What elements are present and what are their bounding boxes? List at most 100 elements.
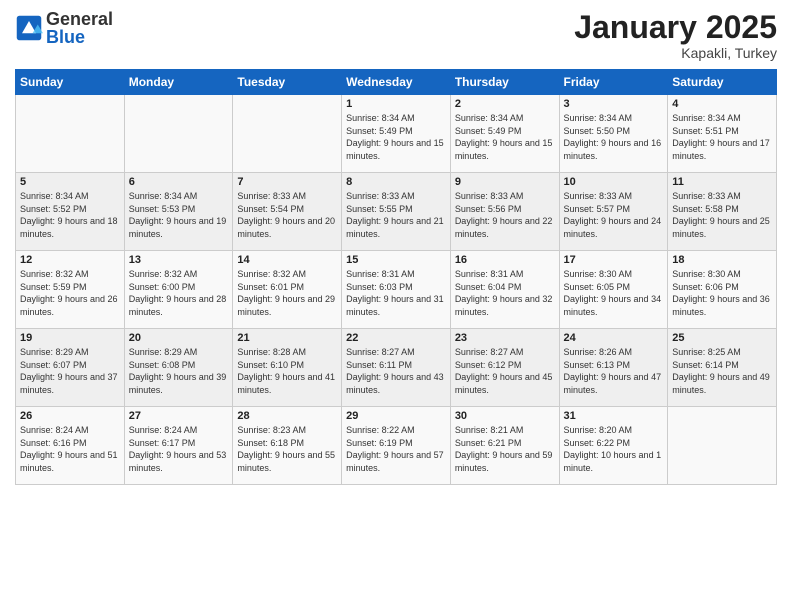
day-number: 14: [237, 254, 337, 266]
calendar-day-cell: 2Sunrise: 8:34 AM Sunset: 5:49 PM Daylig…: [450, 95, 559, 173]
calendar-day-cell: 4 Sunrise: 8:34 AM Sunset: 5:51 PM Daylig…: [668, 95, 777, 173]
day-info: Sunrise: 8:34 AM Sunset: 5:53 PM Dayligh…: [129, 190, 229, 240]
calendar-day-cell: 16 Sunrise: 8:31 AM Sunset: 6:04 PM Dayli…: [450, 251, 559, 329]
day-number: 12: [20, 254, 120, 266]
calendar-day-cell: 14 Sunrise: 8:32 AM Sunset: 6:01 PM Dayli…: [233, 251, 342, 329]
day-number: 29: [346, 410, 446, 422]
day-info: Sunrise: 8:28 AM Sunset: 6:10 PM Dayligh…: [237, 346, 337, 396]
calendar-day-cell: 5Sunrise: 8:34 AM Sunset: 5:52 PM Daylig…: [16, 173, 125, 251]
calendar-day-cell: 19 Sunrise: 8:29 AM Sunset: 6:07 PM Dayli…: [16, 329, 125, 407]
calendar-day-cell: 11 Sunrise: 8:33 AM Sunset: 5:58 PM Dayli…: [668, 173, 777, 251]
day-number: 27: [129, 410, 229, 422]
calendar-day-cell: 29 Sunrise: 8:22 AM Sunset: 6:19 PM Dayli…: [342, 407, 451, 485]
day-number: 31: [564, 410, 664, 422]
day-number: 25: [672, 332, 772, 344]
day-info: Sunrise: 8:30 AM Sunset: 6:05 PM Dayligh…: [564, 268, 664, 318]
day-number: 3: [564, 98, 664, 110]
day-info: Sunrise: 8:20 AM Sunset: 6:22 PM Dayligh…: [564, 424, 664, 474]
day-number: 7: [237, 176, 337, 188]
day-number: 21: [237, 332, 337, 344]
day-info: Sunrise: 8:33 AM Sunset: 5:57 PM Dayligh…: [564, 190, 664, 240]
day-info: Sunrise: 8:26 AM Sunset: 6:13 PM Dayligh…: [564, 346, 664, 396]
day-number: 6: [129, 176, 229, 188]
day-info: Sunrise: 8:34 AM Sunset: 5:51 PM Dayligh…: [672, 112, 772, 162]
day-info: Sunrise: 8:32 AM Sunset: 6:00 PM Dayligh…: [129, 268, 229, 318]
day-info: Sunrise: 8:32 AM Sunset: 6:01 PM Dayligh…: [237, 268, 337, 318]
calendar-day-cell: 10Sunrise: 8:33 AM Sunset: 5:57 PM Dayli…: [559, 173, 668, 251]
day-info: Sunrise: 8:32 AM Sunset: 5:59 PM Dayligh…: [20, 268, 120, 318]
day-number: 22: [346, 332, 446, 344]
calendar-day-cell: 24 Sunrise: 8:26 AM Sunset: 6:13 PM Dayli…: [559, 329, 668, 407]
calendar-week-row: 26 Sunrise: 8:24 AM Sunset: 6:16 PM Dayli…: [16, 407, 777, 485]
logo-text: General Blue: [46, 10, 113, 46]
day-info: Sunrise: 8:34 AM Sunset: 5:49 PM Dayligh…: [346, 112, 446, 162]
calendar-week-row: 19 Sunrise: 8:29 AM Sunset: 6:07 PM Dayli…: [16, 329, 777, 407]
logo: General Blue: [15, 10, 113, 46]
calendar-day-cell: [233, 95, 342, 173]
day-info: Sunrise: 8:27 AM Sunset: 6:11 PM Dayligh…: [346, 346, 446, 396]
calendar-col-header: Saturday: [668, 70, 777, 95]
day-number: 15: [346, 254, 446, 266]
day-info: Sunrise: 8:24 AM Sunset: 6:16 PM Dayligh…: [20, 424, 120, 474]
calendar-week-row: 1 Sunrise: 8:34 AM Sunset: 5:49 PM Daylig…: [16, 95, 777, 173]
day-info: Sunrise: 8:22 AM Sunset: 6:19 PM Dayligh…: [346, 424, 446, 474]
day-info: Sunrise: 8:31 AM Sunset: 6:03 PM Dayligh…: [346, 268, 446, 318]
day-info: Sunrise: 8:34 AM Sunset: 5:50 PM Dayligh…: [564, 112, 664, 162]
calendar-day-cell: 27 Sunrise: 8:24 AM Sunset: 6:17 PM Dayli…: [124, 407, 233, 485]
calendar-day-cell: 25 Sunrise: 8:25 AM Sunset: 6:14 PM Dayli…: [668, 329, 777, 407]
day-info: Sunrise: 8:34 AM Sunset: 5:52 PM Dayligh…: [20, 190, 120, 240]
calendar-day-cell: 17 Sunrise: 8:30 AM Sunset: 6:05 PM Dayli…: [559, 251, 668, 329]
day-number: 26: [20, 410, 120, 422]
calendar-day-cell: 3 Sunrise: 8:34 AM Sunset: 5:50 PM Daylig…: [559, 95, 668, 173]
calendar-day-cell: 9Sunrise: 8:33 AM Sunset: 5:56 PM Daylig…: [450, 173, 559, 251]
day-number: 19: [20, 332, 120, 344]
calendar-day-cell: [16, 95, 125, 173]
day-info: Sunrise: 8:33 AM Sunset: 5:54 PM Dayligh…: [237, 190, 337, 240]
day-number: 16: [455, 254, 555, 266]
day-number: 4: [672, 98, 772, 110]
day-number: 24: [564, 332, 664, 344]
calendar-day-cell: 23 Sunrise: 8:27 AM Sunset: 6:12 PM Dayli…: [450, 329, 559, 407]
day-info: Sunrise: 8:21 AM Sunset: 6:21 PM Dayligh…: [455, 424, 555, 474]
day-info: Sunrise: 8:33 AM Sunset: 5:58 PM Dayligh…: [672, 190, 772, 240]
day-number: 18: [672, 254, 772, 266]
day-number: 1: [346, 98, 446, 110]
calendar-day-cell: 21 Sunrise: 8:28 AM Sunset: 6:10 PM Dayli…: [233, 329, 342, 407]
day-info: Sunrise: 8:24 AM Sunset: 6:17 PM Dayligh…: [129, 424, 229, 474]
page: General Blue January 2025 Kapakli, Turke…: [0, 0, 792, 612]
day-info: Sunrise: 8:29 AM Sunset: 6:08 PM Dayligh…: [129, 346, 229, 396]
day-info: Sunrise: 8:30 AM Sunset: 6:06 PM Dayligh…: [672, 268, 772, 318]
day-info: Sunrise: 8:31 AM Sunset: 6:04 PM Dayligh…: [455, 268, 555, 318]
header: General Blue January 2025 Kapakli, Turke…: [15, 10, 777, 61]
day-number: 20: [129, 332, 229, 344]
day-info: Sunrise: 8:23 AM Sunset: 6:18 PM Dayligh…: [237, 424, 337, 474]
day-number: 23: [455, 332, 555, 344]
calendar-day-cell: 6 Sunrise: 8:34 AM Sunset: 5:53 PM Daylig…: [124, 173, 233, 251]
day-number: 11: [672, 176, 772, 188]
calendar-day-cell: [668, 407, 777, 485]
calendar-day-cell: 12 Sunrise: 8:32 AM Sunset: 5:59 PM Dayli…: [16, 251, 125, 329]
calendar-day-cell: 1 Sunrise: 8:34 AM Sunset: 5:49 PM Daylig…: [342, 95, 451, 173]
day-info: Sunrise: 8:29 AM Sunset: 6:07 PM Dayligh…: [20, 346, 120, 396]
logo-general: General: [46, 10, 113, 28]
calendar-col-header: Monday: [124, 70, 233, 95]
day-info: Sunrise: 8:33 AM Sunset: 5:55 PM Dayligh…: [346, 190, 446, 240]
calendar-day-cell: 7 Sunrise: 8:33 AM Sunset: 5:54 PM Daylig…: [233, 173, 342, 251]
calendar-week-row: 5Sunrise: 8:34 AM Sunset: 5:52 PM Daylig…: [16, 173, 777, 251]
day-info: Sunrise: 8:34 AM Sunset: 5:49 PM Dayligh…: [455, 112, 555, 162]
location: Kapakli, Turkey: [574, 45, 777, 61]
calendar-col-header: Friday: [559, 70, 668, 95]
day-info: Sunrise: 8:27 AM Sunset: 6:12 PM Dayligh…: [455, 346, 555, 396]
calendar-day-cell: 20 Sunrise: 8:29 AM Sunset: 6:08 PM Dayli…: [124, 329, 233, 407]
day-number: 30: [455, 410, 555, 422]
day-info: Sunrise: 8:25 AM Sunset: 6:14 PM Dayligh…: [672, 346, 772, 396]
calendar-col-header: Sunday: [16, 70, 125, 95]
day-info: Sunrise: 8:33 AM Sunset: 5:56 PM Dayligh…: [455, 190, 555, 240]
day-number: 17: [564, 254, 664, 266]
calendar-day-cell: [124, 95, 233, 173]
calendar-table: SundayMondayTuesdayWednesdayThursdayFrid…: [15, 69, 777, 485]
day-number: 8: [346, 176, 446, 188]
day-number: 13: [129, 254, 229, 266]
calendar-day-cell: 22 Sunrise: 8:27 AM Sunset: 6:11 PM Dayli…: [342, 329, 451, 407]
logo-icon: [15, 14, 43, 42]
